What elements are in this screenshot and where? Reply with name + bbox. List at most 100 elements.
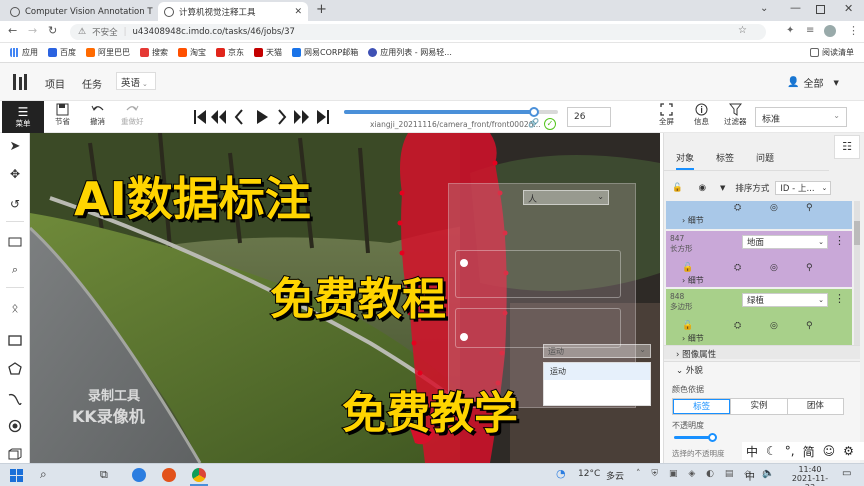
task-view-icon[interactable]: ⧉ xyxy=(100,468,108,482)
wifi-icon[interactable]: ◔ xyxy=(556,467,566,480)
color-by-group-option[interactable]: 团体 xyxy=(786,399,843,414)
user-menu[interactable]: 👤 全部 ▼ xyxy=(787,75,839,90)
caret-down-icon[interactable]: ▼ xyxy=(720,184,725,192)
lock-icon[interactable]: 🔓 xyxy=(682,321,693,331)
edge-icon[interactable] xyxy=(132,468,146,482)
fullscreen-button[interactable]: 全屏 xyxy=(659,103,674,127)
color-by-label-option[interactable]: 标签 xyxy=(673,399,731,414)
redo-button[interactable]: 重做好 xyxy=(121,103,144,127)
browser-tab-active[interactable]: 计算机视觉注释工具 ✕ xyxy=(158,2,308,21)
search-icon[interactable]: ⌕ xyxy=(40,467,47,482)
url-field[interactable]: ⚠ 不安全 | u43408948c.imdo.co/tasks/46/jobs… xyxy=(70,24,766,40)
ime-mode[interactable]: 简 xyxy=(803,443,815,460)
bookmark-app-list[interactable]: 应用列表 - 网易轻... xyxy=(368,47,452,58)
opacity-slider[interactable] xyxy=(674,433,717,442)
notification-icon[interactable]: ▭ xyxy=(842,468,851,479)
punctuation-icon[interactable]: °, xyxy=(785,444,795,458)
object-label-select[interactable]: 地面 ⌄ xyxy=(742,235,828,249)
object-label-select[interactable]: 绿植 ⌄ xyxy=(742,293,828,307)
attribute-select[interactable]: 运动 ⌄ xyxy=(543,344,651,358)
workspace-select[interactable]: 标准 ⌄ xyxy=(755,107,847,127)
frame-slider[interactable] xyxy=(344,107,558,117)
bookmark-apps[interactable]: 应用 xyxy=(10,47,38,58)
menu-button[interactable]: ☰ 菜单 xyxy=(2,101,44,133)
cvat-logo-icon[interactable] xyxy=(12,73,28,91)
user-icon[interactable]: ⛭ xyxy=(734,263,741,273)
link-icon[interactable]: 🔗 xyxy=(528,119,539,129)
more-icon[interactable]: ⋮ xyxy=(848,24,859,37)
pin-icon[interactable]: ⚲ xyxy=(806,321,813,331)
lock-icon[interactable]: 🔓 xyxy=(682,263,693,273)
new-tab-button[interactable]: + xyxy=(316,2,327,17)
tab-labels[interactable]: 标签 xyxy=(716,151,734,164)
details-toggle[interactable]: › 细节 xyxy=(682,333,704,344)
bookmark-taobao[interactable]: 淘宝 xyxy=(178,47,206,58)
points-icon[interactable] xyxy=(6,417,24,435)
bookmark-alibaba[interactable]: 阿里巴巴 xyxy=(86,47,130,58)
eye-icon[interactable]: ◉ xyxy=(699,183,706,193)
collapse-panel-icon[interactable]: ☷ xyxy=(834,135,860,159)
save-button[interactable]: 节省 xyxy=(55,103,70,127)
bookmark-baidu[interactable]: 百度 xyxy=(48,47,76,58)
user-icon[interactable]: ⛭ xyxy=(734,203,741,213)
pin-icon[interactable]: ⚲ xyxy=(806,263,813,273)
browser-tab-cvat[interactable]: Computer Vision Annotation T ✕ xyxy=(4,2,154,21)
slider-handle[interactable] xyxy=(529,107,540,117)
details-toggle[interactable]: › 细节 xyxy=(682,275,704,286)
zoom-region-icon[interactable]: ⌕ xyxy=(6,261,24,279)
label-select[interactable]: 人 ⌄ xyxy=(523,190,609,205)
info-button[interactable]: 信息 xyxy=(694,103,709,127)
tab-search-icon[interactable]: ⌄ xyxy=(760,3,768,14)
fit-image-icon[interactable] xyxy=(6,233,24,251)
ime-indicator[interactable]: 中 xyxy=(745,468,755,483)
dropdown-option[interactable]: 运动 xyxy=(544,363,650,380)
slider-handle[interactable] xyxy=(708,433,717,442)
ime-language[interactable]: 中 xyxy=(746,443,758,460)
forward-icon[interactable]: → xyxy=(28,24,37,37)
volume-icon[interactable]: 🔈 xyxy=(762,468,774,479)
tab-objects[interactable]: 对象 xyxy=(676,151,695,170)
undo-button[interactable]: 撤消 xyxy=(90,103,105,127)
radio-option[interactable] xyxy=(460,333,468,341)
bookmark-search[interactable]: 搜索 xyxy=(140,47,168,58)
scroll-thumb[interactable] xyxy=(854,221,860,245)
nav-projects[interactable]: 项目 xyxy=(45,76,65,91)
polyline-icon[interactable] xyxy=(6,389,24,407)
tab-issues[interactable]: 问题 xyxy=(756,151,774,164)
avatar[interactable] xyxy=(824,25,836,37)
move-icon[interactable]: ✥ xyxy=(6,165,24,183)
cuboid-icon[interactable] xyxy=(6,445,24,463)
radio-option[interactable] xyxy=(460,259,468,267)
settings-gear-icon[interactable]: ⚙ xyxy=(843,444,854,458)
reading-list[interactable]: 阅读清单 xyxy=(810,47,854,58)
appearance-collapse[interactable]: ⌄ 外貌 xyxy=(676,364,703,376)
details-toggle[interactable]: › 细节 xyxy=(682,215,704,226)
rectangle-icon[interactable] xyxy=(6,331,24,349)
annotation-canvas[interactable]: 人 ⌄ 运动 ⌄ 运动 录制工具 KK录像机 AI数据标注 免费教程 免费教学 xyxy=(30,133,660,463)
extensions-icon[interactable]: ✦ xyxy=(786,25,794,36)
clock[interactable]: 11:40 2021-11-23 xyxy=(790,465,830,486)
reload-icon[interactable]: ↻ xyxy=(48,24,57,37)
ai-tools-icon[interactable]: ᛟ xyxy=(6,299,24,317)
more-icon[interactable]: ⋮ xyxy=(834,292,845,305)
chrome-icon[interactable] xyxy=(192,468,206,482)
bookmark-netease-mail[interactable]: 网易CORP邮箱 xyxy=(292,47,358,58)
cursor-icon[interactable]: ➤ xyxy=(6,137,24,155)
back-icon[interactable]: ← xyxy=(8,24,17,37)
image-attributes-collapse[interactable]: › 图像属性 xyxy=(664,345,860,360)
windows-start-icon[interactable] xyxy=(10,469,23,482)
rotate-icon[interactable]: ↺ xyxy=(6,195,24,213)
close-window-button[interactable]: ✕ xyxy=(844,2,853,15)
eye-slash-icon[interactable]: ◎ xyxy=(770,321,778,331)
emoji-icon[interactable]: ☺ xyxy=(823,444,836,458)
bookmark-tmall[interactable]: 天猫 xyxy=(254,47,282,58)
pin-icon[interactable]: ⚲ xyxy=(806,203,813,213)
lock-icon[interactable]: 🔓 xyxy=(672,183,683,193)
reading-icon[interactable]: ≡ xyxy=(806,25,814,36)
language-select[interactable]: 英语 ⌄ xyxy=(116,72,156,90)
moon-icon[interactable]: ☾ xyxy=(766,444,777,458)
eye-slash-icon[interactable]: ◎ xyxy=(770,263,778,273)
minimize-button[interactable]: — xyxy=(790,1,801,14)
object-card-847[interactable]: 847 长方形 地面 ⌄ ⋮ 🔓 ⛭ ◎ ⚲ › 细节 xyxy=(666,231,852,287)
user-icon[interactable]: ⛭ xyxy=(734,321,741,331)
